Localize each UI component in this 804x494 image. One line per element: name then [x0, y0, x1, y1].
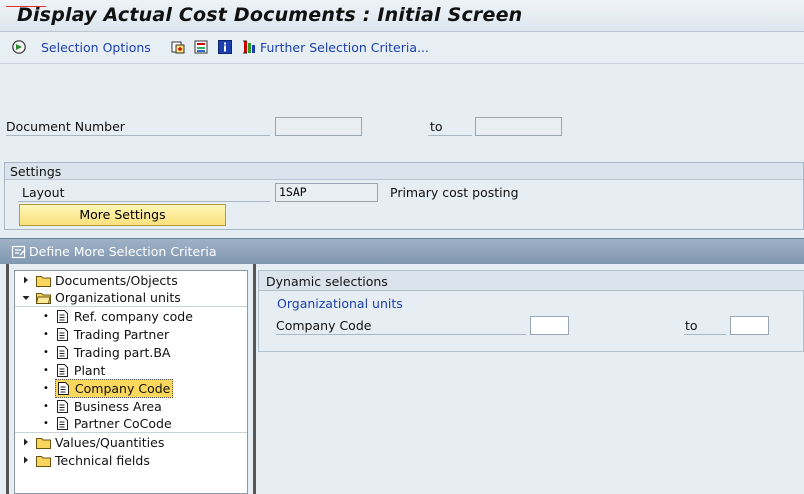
- expand-arrow-icon[interactable]: [22, 276, 30, 284]
- tree-label: Ref. company code: [73, 308, 193, 324]
- folder-icon: [36, 437, 51, 449]
- tree-node-organizational-units[interactable]: Organizational units: [15, 289, 247, 307]
- dynamic-selections-title: Dynamic selections: [266, 274, 388, 289]
- layout-input[interactable]: 1SAP: [275, 183, 378, 202]
- dynamic-group-label: Organizational units: [277, 296, 403, 311]
- folder-icon: [36, 275, 51, 287]
- save-variant-button[interactable]: [193, 39, 209, 55]
- document-number-label: Document Number: [6, 119, 125, 134]
- info-button[interactable]: [217, 39, 233, 55]
- tree-leaf-company-code[interactable]: • Company Code: [15, 378, 247, 398]
- tree-node-documents-objects[interactable]: Documents/Objects: [15, 271, 247, 289]
- dynamic-selections-header: Dynamic selections: [259, 271, 804, 291]
- tree-leaf-ref-company-code[interactable]: • Ref. company code: [15, 307, 247, 325]
- page-title: Display Actual Cost Documents : Initial …: [17, 4, 523, 26]
- document-number-to-input[interactable]: [475, 117, 562, 136]
- bullet: •: [43, 382, 49, 394]
- tree-label: Trading Partner: [73, 326, 170, 342]
- tree-label: Technical fields: [55, 452, 150, 468]
- selected-highlight: Company Code: [54, 378, 174, 398]
- tree-label: Partner CoCode: [73, 416, 172, 431]
- layout-label: Layout: [18, 185, 270, 202]
- info-icon: [218, 40, 232, 54]
- tree-label: Business Area: [73, 398, 162, 414]
- tree-leaf-partner-cocode[interactable]: • Partner CoCode: [15, 415, 247, 433]
- company-code-to-label: to: [684, 318, 726, 335]
- selection-options-button[interactable]: Selection Options: [11, 39, 151, 55]
- document-icon: [56, 327, 68, 341]
- bullet: •: [43, 400, 49, 412]
- further-selection-label: Further Selection Criteria...: [260, 39, 429, 55]
- selection-tree: Documents/Objects Organizational units •…: [14, 270, 248, 494]
- application-toolbar: Selection Options Further Selection Crit…: [0, 32, 804, 64]
- document-icon: [56, 309, 68, 323]
- selection-options-label: Selection Options: [41, 39, 151, 55]
- settings-title: Settings: [10, 164, 62, 179]
- document-number-label-cell: Document Number: [6, 119, 270, 136]
- document-icon: [56, 417, 68, 430]
- tree-label: Company Code: [74, 380, 171, 396]
- layout-description: Primary cost posting: [390, 185, 519, 200]
- tree-label: Organizational units: [55, 290, 181, 305]
- document-icon: [57, 381, 69, 395]
- selection-tree-panel: Documents/Objects Organizational units •…: [6, 264, 256, 494]
- tree-node-technical-fields[interactable]: Technical fields: [15, 451, 247, 469]
- document-icon: [56, 345, 68, 359]
- tree-label: Values/Quantities: [55, 434, 165, 450]
- tree-label: Documents/Objects: [55, 272, 178, 288]
- document-number-to-label: to: [428, 119, 472, 136]
- bullet: •: [43, 310, 49, 322]
- document-number-from-input[interactable]: [275, 117, 362, 136]
- settings-header: Settings: [5, 163, 803, 180]
- get-variant-icon: [171, 41, 185, 54]
- tree-leaf-trading-part-ba[interactable]: • Trading part.BA: [15, 343, 247, 361]
- more-criteria-header[interactable]: Define More Selection Criteria: [0, 238, 804, 264]
- tree-leaf-plant[interactable]: • Plant: [15, 361, 247, 379]
- tree-node-values-quantities[interactable]: Values/Quantities: [15, 433, 247, 451]
- execute-clock-icon: [12, 40, 26, 54]
- more-settings-button[interactable]: More Settings: [19, 204, 226, 226]
- folder-icon: [36, 455, 51, 467]
- open-folder-icon: [36, 293, 51, 304]
- tree-leaf-business-area[interactable]: • Business Area: [15, 397, 247, 415]
- tree-label: Trading part.BA: [73, 344, 171, 360]
- get-variant-button[interactable]: [170, 39, 186, 55]
- expand-arrow-icon[interactable]: [22, 456, 30, 464]
- further-selection-button[interactable]: Further Selection Criteria...: [242, 39, 429, 55]
- more-criteria-title: Define More Selection Criteria: [29, 244, 217, 259]
- company-code-from-input[interactable]: [530, 316, 569, 335]
- expand-arrow-icon[interactable]: [22, 438, 30, 446]
- collapse-arrow-icon[interactable]: [22, 294, 30, 302]
- document-icon: [56, 363, 68, 377]
- toggle-tree-icon[interactable]: [11, 244, 27, 260]
- bullet: •: [43, 364, 49, 376]
- variant-list-icon: [194, 40, 208, 54]
- bullet: •: [43, 346, 49, 358]
- company-code-to-input[interactable]: [730, 316, 769, 335]
- tree-leaf-trading-partner[interactable]: • Trading Partner: [15, 325, 247, 343]
- further-selection-icon: [243, 40, 255, 54]
- document-icon: [56, 399, 68, 413]
- bullet: •: [43, 418, 49, 429]
- title-bar: Display Actual Cost Documents : Initial …: [0, 0, 804, 32]
- tree-label: Plant: [73, 362, 106, 378]
- bullet: •: [43, 328, 49, 340]
- company-code-label: Company Code: [276, 318, 526, 335]
